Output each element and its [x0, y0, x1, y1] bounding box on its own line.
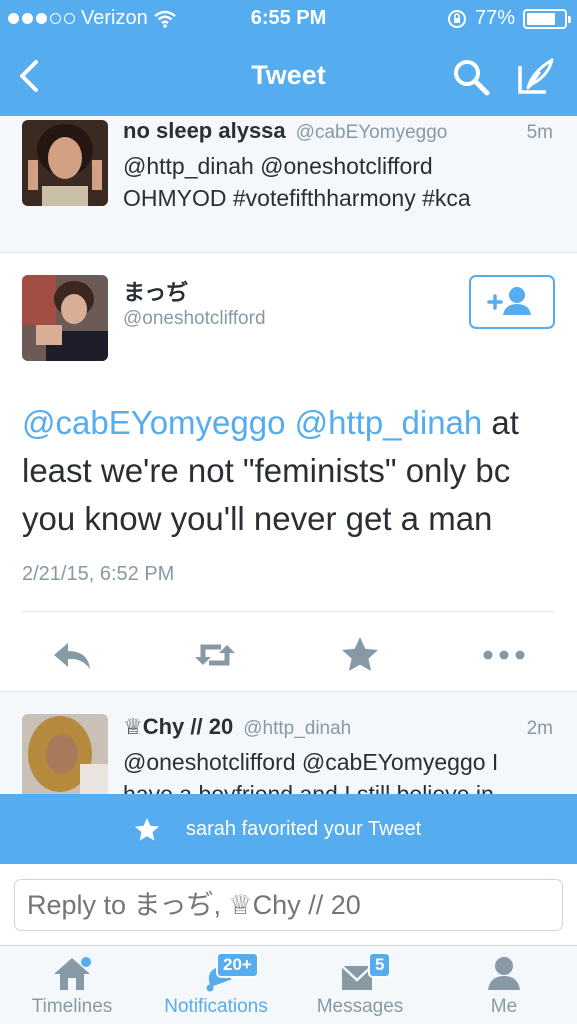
tab-label: Me: [490, 996, 518, 1017]
reply-bar: [0, 864, 577, 946]
tweet-text: @http_dinah @oneshotclifford OHMYOD #vot…: [123, 150, 471, 214]
tab-notifications[interactable]: 20+ Notifications: [144, 946, 288, 1024]
add-user-icon: [487, 287, 531, 315]
home-icon: [54, 957, 91, 990]
avatar-photo-icon: [22, 714, 108, 794]
tweet-text-line: @http_dinah @oneshotclifford: [123, 153, 433, 179]
tab-messages[interactable]: 5 Messages: [288, 946, 432, 1024]
avatar[interactable]: [22, 120, 108, 206]
tab-label: Messages: [316, 996, 404, 1017]
battery-percent: 77%: [474, 7, 515, 29]
battery-icon: [523, 8, 571, 29]
reply-icon[interactable]: [50, 633, 94, 677]
avatar[interactable]: [22, 275, 108, 361]
follow-button[interactable]: [469, 275, 555, 329]
search-icon[interactable]: [450, 56, 492, 98]
tweet-time: 2m: [526, 718, 553, 739]
tweet-text: @oneshotclifford @cabEYomyeggo I have a …: [123, 746, 498, 794]
messages-badge: 5: [368, 952, 392, 978]
person-icon: [488, 957, 520, 990]
tweet-time: 5m: [526, 122, 553, 143]
more-icon[interactable]: [482, 633, 526, 677]
tab-label: Notifications: [164, 996, 268, 1017]
tweet-text-line: @oneshotclifford @cabEYomyeggo I: [123, 749, 499, 775]
tweet-actions: [0, 633, 577, 677]
tab-bar: Timelines 20+ Notifications 5 Messages M…: [0, 946, 577, 1024]
compose-icon[interactable]: [514, 54, 558, 98]
main-tweet: まっぢ @oneshotclifford @cabEYomyeggo @http…: [0, 253, 577, 691]
divider: [22, 611, 555, 612]
tab-me[interactable]: Me: [432, 946, 576, 1024]
author-name[interactable]: まっぢ: [123, 275, 188, 307]
tab-timelines[interactable]: Timelines: [0, 946, 144, 1024]
status-bar: Verizon 6:55 PM 77%: [0, 0, 577, 38]
star-icon[interactable]: [338, 633, 382, 677]
avatar-photo-icon: [22, 120, 108, 206]
author-name[interactable]: ♕Chy // 20: [123, 714, 233, 740]
author-handle[interactable]: @cabEYomyeggo: [296, 122, 448, 144]
battery-status: 77%: [447, 7, 571, 30]
avatar-photo-icon: [22, 275, 108, 361]
tweet-header: no sleep alyssa @cabEYomyeggo: [123, 118, 447, 144]
toast-message: sarah favorited your Tweet: [186, 818, 422, 840]
retweet-icon[interactable]: [193, 633, 237, 677]
tweet-above[interactable]: no sleep alyssa @cabEYomyeggo 5m @http_d…: [0, 116, 577, 253]
tab-label: Timelines: [31, 996, 113, 1017]
avatar[interactable]: [22, 714, 108, 794]
tweet-text: @cabEYomyeggo @http_dinah at least we're…: [22, 399, 562, 543]
nav-bar: Tweet: [0, 38, 577, 116]
tweet-below[interactable]: ♕Chy // 20 @http_dinah 2m @oneshotcliffo…: [0, 691, 577, 794]
tweet-text-line: OHMYOD #votefifthharmony #kca: [123, 185, 471, 211]
author-handle[interactable]: @http_dinah: [243, 718, 351, 740]
notification-toast[interactable]: sarah favorited your Tweet: [0, 794, 577, 864]
notification-badge: 20+: [216, 952, 259, 978]
top-bar: Verizon 6:55 PM 77% Tweet: [0, 0, 577, 116]
author-name[interactable]: no sleep alyssa: [123, 118, 286, 144]
rotation-lock-icon: [447, 9, 466, 28]
author-handle[interactable]: @oneshotclifford: [123, 308, 266, 330]
tweet-header: ♕Chy // 20 @http_dinah: [123, 714, 351, 740]
star-icon: [135, 818, 159, 841]
tweet-date: 2/21/15, 6:52 PM: [22, 563, 175, 585]
reply-input[interactable]: [14, 879, 563, 931]
mention-link[interactable]: @http_dinah: [295, 404, 483, 441]
tweet-text-line: have a boyfriend and I still believe in: [123, 781, 494, 794]
mention-link[interactable]: @cabEYomyeggo: [22, 404, 285, 441]
